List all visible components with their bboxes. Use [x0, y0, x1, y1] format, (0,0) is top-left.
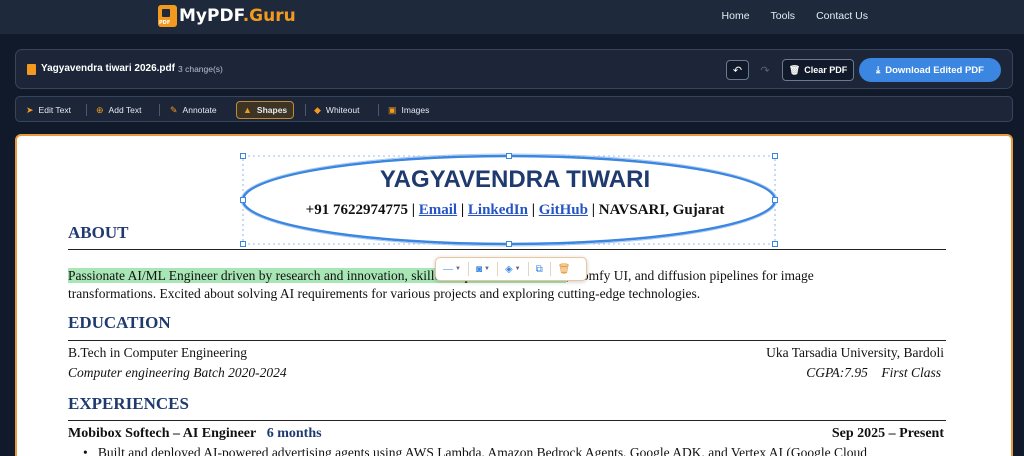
logo-badge-text: PDF [159, 20, 171, 26]
download-button[interactable]: ⤓ Download Edited PDF [859, 58, 1001, 82]
file-bar: Yagyavendra tiwari 2026.pdf 3 change(s) … [15, 49, 1013, 89]
fill-button[interactable]: ◙ ▼ [469, 264, 497, 275]
logo-prefix: MyPDF [179, 6, 243, 26]
download-label: Download Edited PDF [885, 64, 984, 76]
nav-link-contact[interactable]: Contact Us [816, 10, 868, 22]
tool-annotate-label: Annotate [182, 105, 217, 115]
resize-handle-w[interactable] [240, 197, 246, 203]
tool-add-text[interactable]: ⊕ Add Text [90, 101, 147, 119]
logo-suffix: .Guru [242, 6, 296, 26]
tool-edit-text[interactable]: ➤ Edit Text [20, 101, 77, 119]
redo-button[interactable]: ↷ [757, 60, 773, 80]
change-count: 3 change(s) [178, 64, 223, 74]
resize-handle-sw[interactable] [240, 241, 246, 247]
tool-whiteout-label: Whiteout [325, 105, 360, 115]
image-icon: ▣ [388, 104, 397, 115]
chevron-down-icon: ▼ [514, 266, 521, 272]
nav-link-tools[interactable]: Tools [771, 10, 796, 22]
shapes-icon: ▲ [243, 105, 252, 115]
chevron-down-icon: ▼ [484, 266, 490, 272]
duplicate-icon: ⧉ [535, 263, 543, 275]
resize-handle-se[interactable] [772, 241, 778, 247]
site-logo[interactable]: PDF MyPDF.Guru [158, 5, 296, 27]
pdf-logo-icon: PDF [158, 5, 177, 27]
tool-images[interactable]: ▣ Images [382, 101, 435, 119]
top-navigation: PDF MyPDF.Guru Home Tools Contact Us [0, 0, 1024, 34]
tool-shapes-label: Shapes [256, 105, 288, 115]
resize-handle-e[interactable] [772, 197, 778, 203]
file-name: Yagyavendra tiwari 2026.pdf [41, 63, 175, 74]
nav-links: Home Tools Contact Us [722, 10, 868, 22]
cursor-icon: ➤ [26, 104, 34, 115]
delete-shape-button[interactable]: 🗑 [551, 264, 578, 275]
tool-annotate[interactable]: ✎ Annotate [164, 101, 223, 119]
editor-toolbar: ➤ Edit Text ⊕ Add Text ✎ Annotate ▲ Shap… [15, 96, 1013, 122]
line-style-button[interactable]: — ▼ [436, 264, 468, 275]
line-style-icon: — [443, 263, 453, 275]
delete-icon: 🗑 [557, 263, 571, 275]
tool-images-label: Images [401, 105, 430, 115]
toolbar-divider [305, 104, 306, 116]
nav-link-home[interactable]: Home [722, 10, 750, 22]
tool-edit-text-label: Edit Text [38, 105, 71, 115]
undo-icon: ↶ [732, 63, 743, 77]
eraser-icon: ◆ [314, 104, 321, 115]
ellipse-shape-layer [240, 153, 778, 247]
duplicate-button[interactable]: ⧉ [529, 264, 550, 275]
toolbar-divider [86, 104, 87, 116]
resize-handle-s[interactable] [506, 241, 512, 247]
file-icon [27, 64, 36, 75]
clear-pdf-label: Clear PDF [804, 65, 848, 75]
download-icon: ⤓ [876, 64, 881, 76]
redo-icon: ↷ [760, 63, 770, 77]
plus-circle-icon: ⊕ [96, 104, 104, 115]
shape-toolbar: — ▼ ◙ ▼ ◈ ▼ ⧉ 🗑 [435, 257, 587, 281]
fill-icon: ◙ [475, 263, 482, 275]
undo-button[interactable]: ↶ [726, 60, 749, 80]
chevron-down-icon: ▼ [455, 266, 461, 272]
tool-whiteout[interactable]: ◆ Whiteout [308, 101, 365, 119]
resize-handle-n[interactable] [506, 153, 512, 159]
resize-handle-nw[interactable] [240, 153, 246, 159]
clear-pdf-button[interactable]: 🗑 Clear PDF [782, 59, 854, 81]
ellipse-shape[interactable] [241, 154, 777, 246]
paint-color-button[interactable]: ◈ ▼ [498, 264, 528, 275]
paint-bucket-icon: ◈ [504, 263, 513, 275]
tool-shapes[interactable]: ▲ Shapes [236, 101, 295, 119]
pdf-canvas[interactable]: YAGYAVENDRA TIWARI +91 7622974775 | Emai… [15, 134, 1013, 456]
toolbar-divider [378, 104, 379, 116]
pen-icon: ✎ [170, 104, 178, 115]
tool-add-text-label: Add Text [108, 105, 142, 115]
logo-text: MyPDF.Guru [179, 6, 296, 26]
toolbar-divider [159, 104, 160, 116]
resize-handle-ne[interactable] [772, 153, 778, 159]
pdf-page[interactable]: YAGYAVENDRA TIWARI +91 7622974775 | Emai… [17, 136, 1011, 456]
trash-icon: 🗑 [788, 64, 801, 75]
